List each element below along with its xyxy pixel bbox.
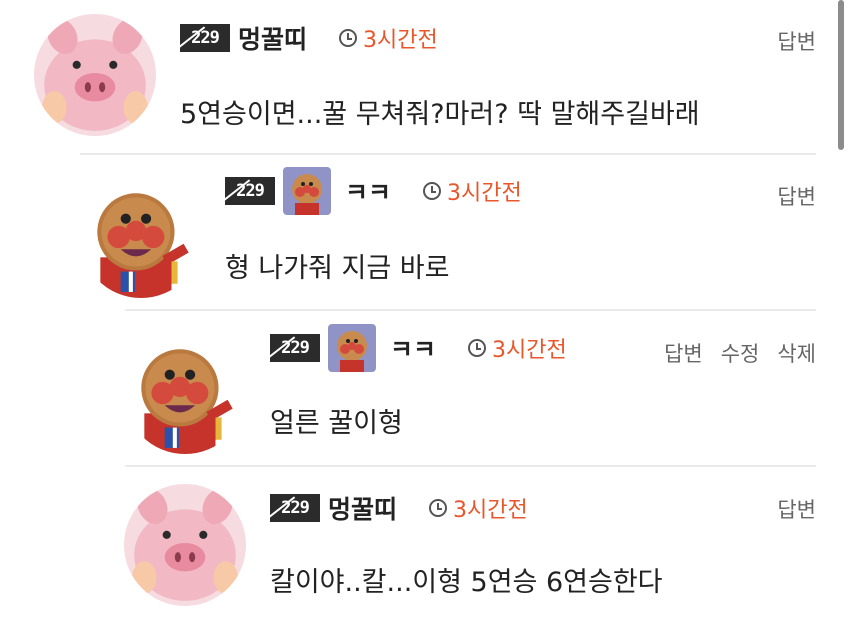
comment-text: 칼이야..칼...이형 5연승 6연승한다 <box>270 567 663 598</box>
timestamp: 3시간전 <box>468 332 567 364</box>
clock-icon <box>339 29 358 47</box>
level-badge: 229 <box>225 177 275 205</box>
scrollbar[interactable] <box>838 0 844 150</box>
level-badge: 229 <box>180 24 230 52</box>
reply-button[interactable]: 답변 <box>664 338 703 368</box>
anpanman-avatar[interactable] <box>80 176 202 298</box>
nickname[interactable]: 멍꿀띠 <box>238 20 307 56</box>
timestamp: 3시간전 <box>423 175 522 207</box>
anpanman-avatar[interactable] <box>124 332 246 454</box>
reply-button[interactable]: 답변 <box>777 26 816 56</box>
pig-avatar[interactable] <box>34 14 156 136</box>
nickname[interactable]: 멍꿀띠 <box>328 490 397 526</box>
clock-icon <box>429 499 448 517</box>
reply-button[interactable]: 답변 <box>777 494 816 524</box>
timestamp: 3시간전 <box>429 492 528 524</box>
nickname[interactable]: ㅋㅋ <box>390 330 436 366</box>
pig-avatar[interactable] <box>124 484 246 606</box>
anpanman-mini-icon <box>328 324 376 372</box>
delete-button[interactable]: 삭제 <box>777 338 816 368</box>
divider <box>125 465 816 467</box>
anpanman-mini-icon <box>283 167 331 215</box>
reply-button[interactable]: 답변 <box>777 181 816 211</box>
comment-text: 얼른 꿀이형 <box>270 408 403 439</box>
level-badge: 229 <box>270 334 320 362</box>
nickname[interactable]: ㅋㅋ <box>345 173 391 209</box>
level-badge: 229 <box>270 494 320 522</box>
divider <box>125 309 816 311</box>
clock-icon <box>468 339 487 357</box>
clock-icon <box>423 182 442 200</box>
comment-text: 5연승이면...꿀 무쳐줘?마러? 딱 말해주길바래 <box>180 99 700 130</box>
timestamp: 3시간전 <box>339 22 438 54</box>
comment-text: 형 나가줘 지금 바로 <box>225 253 450 284</box>
divider <box>80 153 816 155</box>
edit-button[interactable]: 수정 <box>721 338 760 368</box>
